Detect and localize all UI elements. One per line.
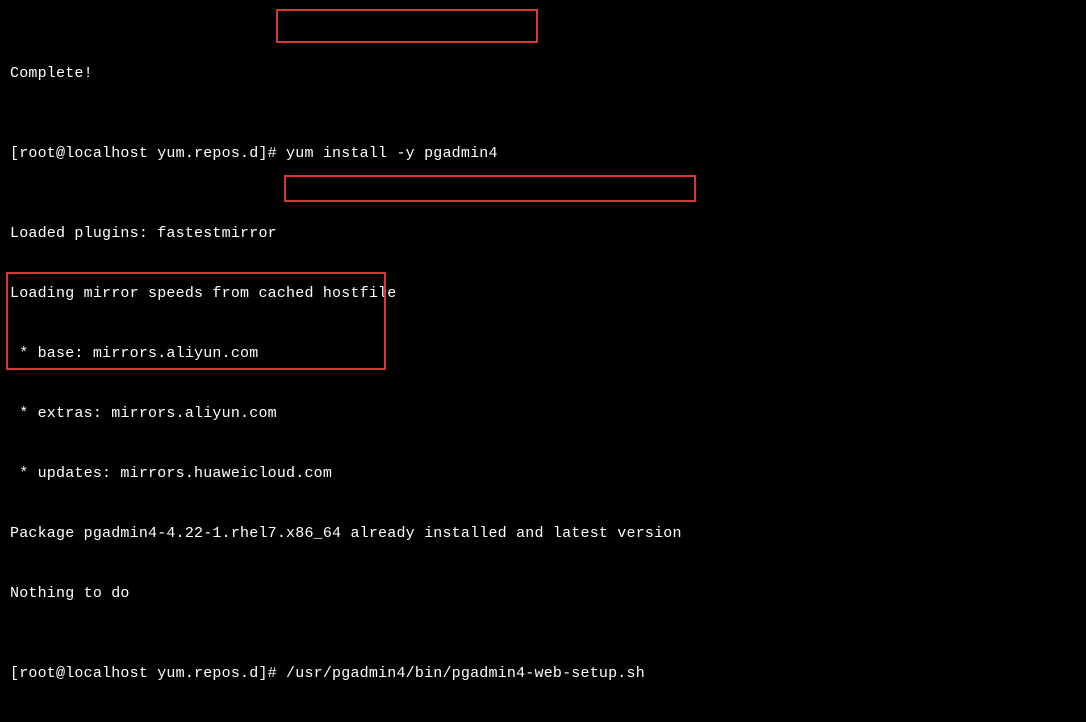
- output-line: Package pgadmin4-4.22-1.rhel7.x86_64 alr…: [10, 524, 1076, 544]
- output-line: * extras: mirrors.aliyun.com: [10, 404, 1076, 424]
- highlight-box-1: [276, 9, 538, 43]
- shell-prompt: [root@localhost yum.repos.d]#: [10, 665, 286, 682]
- output-line: Nothing to do: [10, 584, 1076, 604]
- shell-prompt-line: [root@localhost yum.repos.d]# yum instal…: [10, 144, 1076, 164]
- output-line: Loaded plugins: fastestmirror: [10, 224, 1076, 244]
- shell-prompt-line: [root@localhost yum.repos.d]# /usr/pgadm…: [10, 664, 1076, 684]
- command-setup-script: /usr/pgadmin4/bin/pgadmin4-web-setup.sh: [286, 665, 645, 682]
- output-line: Loading mirror speeds from cached hostfi…: [10, 284, 1076, 304]
- highlight-box-2: [284, 175, 696, 202]
- output-line: Complete!: [10, 64, 1076, 84]
- command-yum-install: yum install -y pgadmin4: [286, 145, 498, 162]
- output-line: * base: mirrors.aliyun.com: [10, 344, 1076, 364]
- shell-prompt: [root@localhost yum.repos.d]#: [10, 145, 286, 162]
- output-line: * updates: mirrors.huaweicloud.com: [10, 464, 1076, 484]
- terminal-window[interactable]: Complete! [root@localhost yum.repos.d]# …: [0, 0, 1086, 722]
